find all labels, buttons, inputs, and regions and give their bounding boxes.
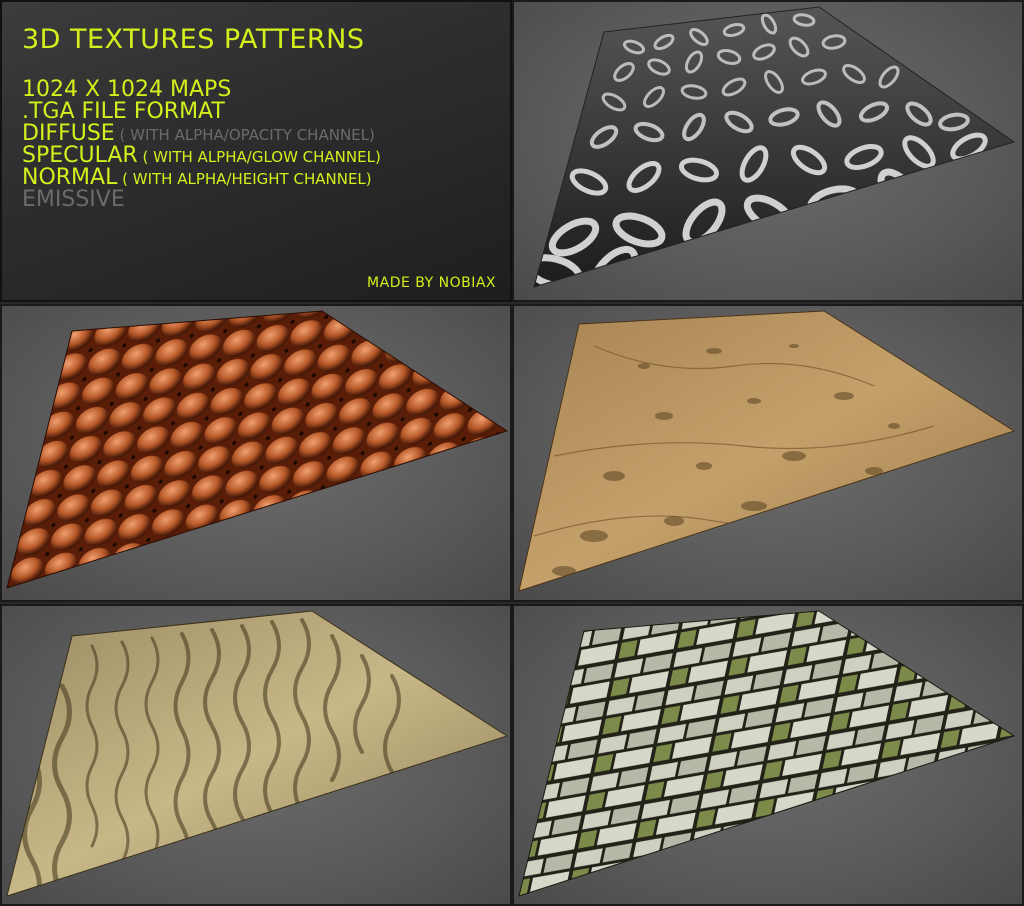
texture-panel-tufted-leather [0, 304, 512, 602]
spec-item: EMISSIVE [22, 189, 381, 211]
plane [7, 311, 507, 588]
spec-sub: ( WITH ALPHA/OPACITY CHANNEL) [114, 126, 375, 144]
texture-preview-stone-wall [518, 610, 1016, 897]
spec-sub: ( WITH ALPHA/HEIGHT CHANNEL) [117, 170, 372, 188]
spec-item: DIFFUSE ( WITH ALPHA/OPACITY CHANNEL) [22, 123, 381, 145]
spec-item: NORMAL ( WITH ALPHA/HEIGHT CHANNEL) [22, 167, 381, 189]
spec-list: 1024 X 1024 MAPS .TGA FILE FORMAT DIFFUS… [22, 79, 381, 211]
spec-item: SPECULAR ( WITH ALPHA/GLOW CHANNEL) [22, 145, 381, 167]
info-panel: 3D TEXTURES PATTERNS 1024 X 1024 MAPS .T… [0, 0, 512, 302]
texture-preview-sand-ripples [6, 610, 509, 897]
texture-preview-mud [518, 310, 1016, 592]
plane [519, 311, 1014, 591]
texture-preview-tufted-leather [6, 310, 509, 589]
texture-panel-mud [512, 304, 1024, 602]
plane [7, 611, 507, 896]
spec-main: EMISSIVE [22, 187, 125, 212]
texture-panel-sand-ripples [0, 604, 512, 906]
spec-item: .TGA FILE FORMAT [22, 101, 381, 123]
plane [519, 611, 1014, 896]
spec-item: 1024 X 1024 MAPS [22, 79, 381, 101]
texture-panel-chains [512, 0, 1024, 302]
credit-text: MADE BY NOBIAX [367, 275, 496, 291]
page-title: 3D TEXTURES PATTERNS [22, 24, 365, 55]
texture-preview-chains [533, 6, 1016, 288]
spec-sub: ( WITH ALPHA/GLOW CHANNEL) [137, 148, 381, 166]
texture-panel-stone-wall [512, 604, 1024, 906]
